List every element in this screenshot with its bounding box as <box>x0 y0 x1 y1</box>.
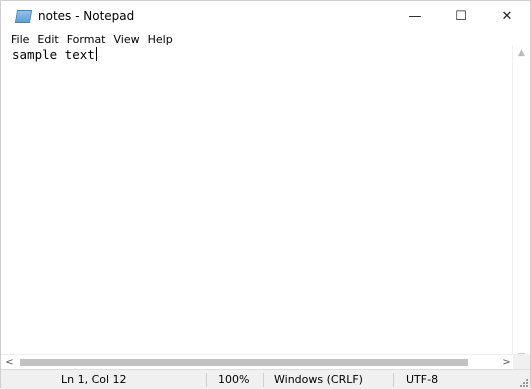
scroll-up-arrow-icon[interactable]: ▲ <box>513 45 530 61</box>
status-line-endings: Windows (CRLF) <box>274 373 363 386</box>
status-separator <box>206 373 207 387</box>
close-icon: ✕ <box>501 8 513 24</box>
horizontal-scrollbar[interactable]: < > <box>1 354 515 370</box>
notepad-icon <box>14 9 33 23</box>
text-editor[interactable]: sample text <box>1 45 515 355</box>
notepad-window: notes - Notepad — ☐ ✕ File Edit Format V… <box>0 0 531 389</box>
maximize-button[interactable]: ☐ <box>438 1 484 31</box>
scrollbar-corner <box>513 354 530 369</box>
window-title: notes - Notepad <box>38 9 135 23</box>
editor-content[interactable]: sample text <box>12 47 95 62</box>
text-caret <box>95 47 97 61</box>
status-encoding: UTF-8 <box>406 373 439 386</box>
minimize-icon: — <box>408 8 422 24</box>
editor-content-line[interactable]: sample text <box>12 47 97 62</box>
close-button[interactable]: ✕ <box>484 1 530 31</box>
status-separator <box>393 373 394 387</box>
horizontal-scroll-thumb[interactable] <box>20 359 468 366</box>
maximize-icon: ☐ <box>455 8 467 24</box>
vertical-scrollbar[interactable]: ▲ ▼ <box>512 45 530 365</box>
resize-grip-icon[interactable] <box>520 379 528 387</box>
minimize-button[interactable]: — <box>392 1 438 31</box>
status-separator <box>263 373 264 387</box>
window-controls: — ☐ ✕ <box>392 1 530 31</box>
status-bar: Ln 1, Col 12 100% Windows (CRLF) UTF-8 <box>1 369 530 389</box>
status-zoom: 100% <box>218 373 250 386</box>
status-cursor-position: Ln 1, Col 12 <box>61 373 127 386</box>
scroll-left-arrow-icon[interactable]: < <box>1 355 18 370</box>
title-bar[interactable]: notes - Notepad — ☐ ✕ <box>1 1 530 31</box>
